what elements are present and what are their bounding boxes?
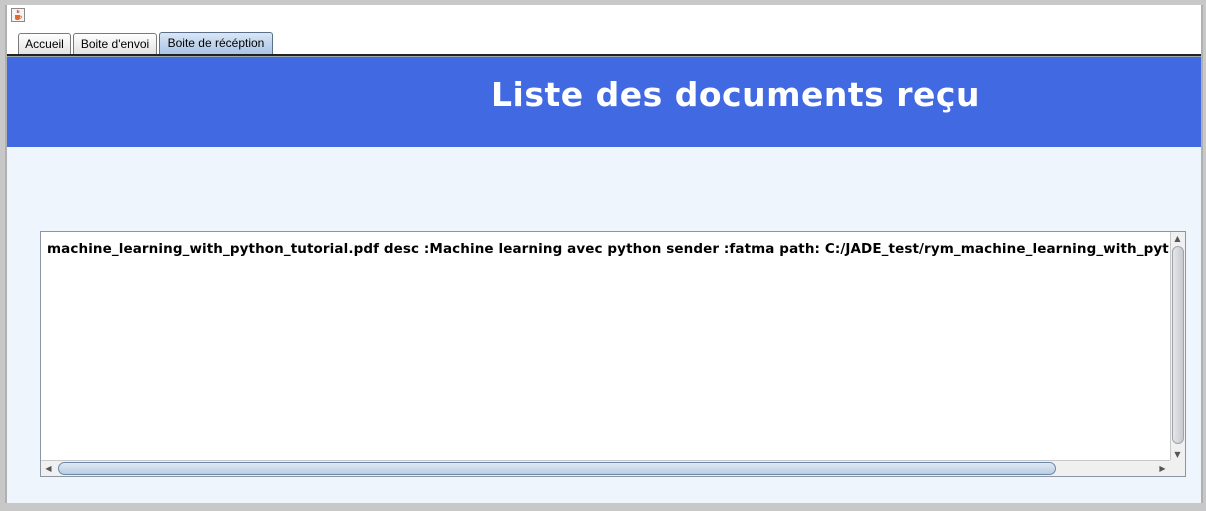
- page-title: Liste des documents reçu: [491, 75, 980, 114]
- header-banner: Liste des documents reçu: [7, 57, 1201, 147]
- vertical-scrollbar[interactable]: ▲ ▼: [1170, 232, 1185, 461]
- tab-boite-reception[interactable]: Boite de récéption: [159, 32, 273, 55]
- app-window: Accueil Boite d'envoi Boite de récéption…: [5, 5, 1203, 503]
- tab-accueil[interactable]: Accueil: [18, 33, 71, 54]
- horizontal-scrollbar[interactable]: ◀ ▶: [41, 460, 1171, 476]
- list-viewport: machine_learning_with_python_tutorial.pd…: [41, 232, 1171, 460]
- vertical-scroll-thumb[interactable]: [1172, 246, 1184, 444]
- scroll-right-icon[interactable]: ▶: [1156, 462, 1169, 475]
- scroll-left-icon[interactable]: ◀: [42, 462, 55, 475]
- java-cup-icon: [11, 8, 25, 22]
- documents-list[interactable]: machine_learning_with_python_tutorial.pd…: [40, 231, 1186, 477]
- horizontal-scroll-thumb[interactable]: [58, 462, 1056, 475]
- list-item[interactable]: machine_learning_with_python_tutorial.pd…: [47, 241, 1171, 257]
- scroll-up-icon[interactable]: ▲: [1171, 232, 1184, 245]
- tab-boite-envoi[interactable]: Boite d'envoi: [73, 33, 157, 54]
- content-panel: machine_learning_with_python_tutorial.pd…: [7, 147, 1201, 503]
- scrollbar-corner: [1170, 460, 1185, 476]
